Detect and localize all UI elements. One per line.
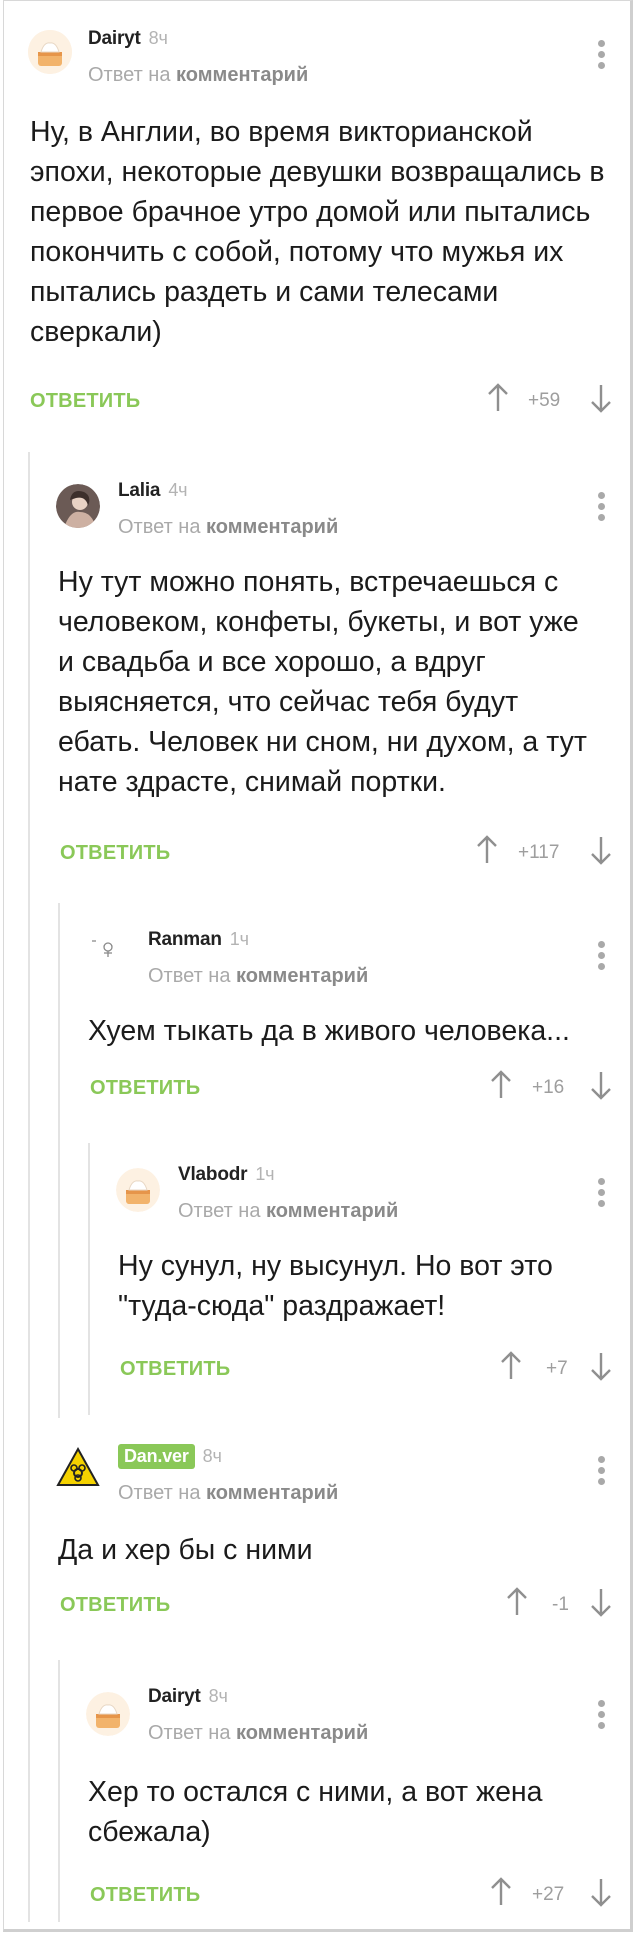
author-name[interactable]: Lalia 4ч <box>118 480 188 502</box>
avatar[interactable] <box>56 1446 100 1490</box>
comment-text: Ну тут можно понять, встречаешься с чело… <box>58 566 587 798</box>
downvote-icon[interactable] <box>590 1587 612 1617</box>
avatar[interactable] <box>28 30 72 74</box>
comment-time: 8ч <box>148 28 168 48</box>
upvote-icon[interactable] <box>500 1351 522 1381</box>
upvote-icon[interactable] <box>487 383 509 413</box>
downvote-icon[interactable] <box>590 383 612 413</box>
comment: Lalia 4ч Ответ на комментарий Ну тут можн… <box>0 460 640 880</box>
comment-time: 8ч <box>208 1686 228 1706</box>
comment-text: Да и хер бы с ними <box>58 1534 313 1566</box>
rating: +7 <box>546 1358 568 1379</box>
rating: -1 <box>552 1594 569 1615</box>
reply-to-link[interactable]: Ответ на комментарий <box>148 965 368 988</box>
author-name[interactable]: Dan.ver 8ч <box>118 1444 222 1469</box>
cake-avatar-icon <box>116 1168 160 1212</box>
avatar[interactable] <box>116 1168 160 1212</box>
avatar[interactable] <box>56 484 100 528</box>
more-options-icon[interactable] <box>598 492 606 525</box>
rating: +117 <box>518 842 560 863</box>
comment-text: Ну, в Англии, во время викторианской эпо… <box>30 116 605 348</box>
more-options-icon[interactable] <box>598 1178 606 1211</box>
more-options-icon[interactable] <box>598 1456 606 1489</box>
avatar[interactable] <box>86 1692 130 1736</box>
comment-time: 8ч <box>202 1446 222 1466</box>
comment: Ranman 1ч Ответ на комментарий Хуем тыкат… <box>0 915 640 1115</box>
comment: Dan.ver 8ч Ответ на комментарий Да и хер … <box>0 1430 640 1630</box>
rating: +27 <box>532 1884 565 1905</box>
author-name[interactable]: Dairyt 8ч <box>148 1686 228 1708</box>
reply-button[interactable]: ОТВЕТИТЬ <box>30 390 140 413</box>
downvote-icon[interactable] <box>590 1070 612 1100</box>
biohazard-avatar-icon <box>56 1446 100 1486</box>
doodle-avatar-icon <box>84 927 128 971</box>
reply-button[interactable]: ОТВЕТИТЬ <box>90 1884 200 1907</box>
author-name[interactable]: Vlabodr 1ч <box>178 1164 275 1186</box>
reply-button[interactable]: ОТВЕТИТЬ <box>90 1077 200 1100</box>
comment-text: Хуем тыкать да в живого человека... <box>88 1015 570 1047</box>
upvote-icon[interactable] <box>506 1587 528 1617</box>
upvote-icon[interactable] <box>490 1070 512 1100</box>
cake-avatar-icon <box>86 1692 130 1736</box>
reply-to-link[interactable]: Ответ на комментарий <box>148 1722 368 1745</box>
reply-button[interactable]: ОТВЕТИТЬ <box>120 1358 230 1381</box>
more-options-icon[interactable] <box>598 941 606 974</box>
more-options-icon[interactable] <box>598 40 606 73</box>
reply-button[interactable]: ОТВЕТИТЬ <box>60 1594 170 1617</box>
rating: +16 <box>532 1077 565 1098</box>
reply-to-link[interactable]: Ответ на комментарий <box>88 64 308 87</box>
comment-time: 1ч <box>255 1164 275 1184</box>
comment: Dairyt 8ч Ответ на комментарий Хер то ост… <box>0 1672 640 1927</box>
downvote-icon[interactable] <box>590 1351 612 1381</box>
upvote-icon[interactable] <box>476 835 498 865</box>
comment: Vlabodr 1ч Ответ на комментарий Ну сунул,… <box>0 1150 640 1395</box>
downvote-icon[interactable] <box>590 835 612 865</box>
rating: +59 <box>528 390 561 411</box>
avatar[interactable] <box>84 927 128 971</box>
author-name[interactable]: Dairyt 8ч <box>88 28 168 50</box>
comment-time: 4ч <box>168 480 188 500</box>
author-name[interactable]: Ranman 1ч <box>148 929 249 951</box>
cake-avatar-icon <box>28 30 72 74</box>
downvote-icon[interactable] <box>590 1877 612 1907</box>
more-options-icon[interactable] <box>598 1700 606 1733</box>
reply-button[interactable]: ОТВЕТИТЬ <box>60 842 170 865</box>
comment-text: Ну сунул, ну высунул. Но вот это "туда-с… <box>118 1250 553 1322</box>
reply-to-link[interactable]: Ответ на комментарий <box>178 1200 398 1223</box>
comment-text: Хер то остался с ними, а вот жена сбежал… <box>88 1776 543 1848</box>
reply-to-link[interactable]: Ответ на комментарий <box>118 516 338 539</box>
reply-to-link[interactable]: Ответ на комментарий <box>118 1482 338 1505</box>
comment: Dairyt 8ч Ответ на комментарий Ну, в Англ… <box>0 0 640 440</box>
comment-time: 1ч <box>229 929 249 949</box>
photo-avatar-icon <box>56 484 100 528</box>
upvote-icon[interactable] <box>490 1877 512 1907</box>
